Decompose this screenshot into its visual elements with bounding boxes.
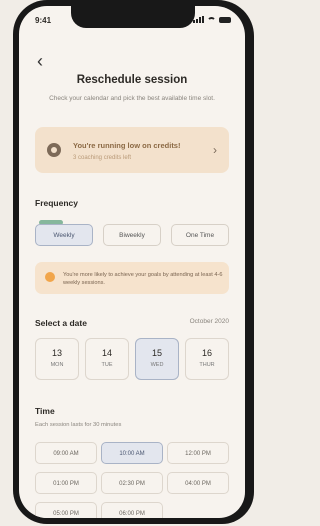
weekday: TUE <box>101 362 113 368</box>
frequency-label: Frequency <box>35 198 78 208</box>
weekday: THUR <box>199 362 215 368</box>
date-option-15[interactable]: 15 WED <box>135 338 179 380</box>
time-slot[interactable]: 06:00 PM <box>101 502 163 518</box>
weekday: MON <box>50 362 64 368</box>
day-number: 15 <box>151 348 162 358</box>
date-label: Select a date <box>35 318 87 328</box>
back-icon[interactable]: ‹ <box>37 52 43 70</box>
signal-icon <box>193 16 204 23</box>
time-slot[interactable]: 02:30 PM <box>101 472 163 494</box>
weekday: WED <box>150 362 164 368</box>
day-number: 16 <box>201 348 212 358</box>
credits-banner[interactable]: You're running low on credits! 3 coachin… <box>35 127 229 173</box>
time-label: Time <box>35 406 55 416</box>
time-slot[interactable]: 12:00 PM <box>167 442 229 464</box>
page-title: Reschedule session <box>76 74 188 86</box>
wifi-icon <box>207 16 216 23</box>
time-hint: Each session lasts for 30 minutes <box>35 422 122 428</box>
credits-title: You're running low on credits! <box>73 141 181 150</box>
status-icons <box>193 16 231 23</box>
phone-frame: 9:41 ‹ Reschedule session Check your cal… <box>13 0 254 524</box>
time-slot-selected[interactable]: 10:00 AM <box>101 442 163 464</box>
date-option-16[interactable]: 16 THUR <box>185 338 229 380</box>
time-slot[interactable]: 05:00 PM <box>35 502 97 518</box>
frequency-option-weekly[interactable]: Weekly <box>35 224 93 246</box>
frequency-option-biweekly[interactable]: Biweekly <box>103 224 161 246</box>
app-screen: 9:41 ‹ Reschedule session Check your cal… <box>19 6 245 518</box>
notch <box>71 6 195 28</box>
page-subtitle: Check your calendar and pick the best av… <box>49 95 215 102</box>
lightbulb-icon <box>45 272 55 282</box>
time-slot[interactable]: 04:00 PM <box>167 472 229 494</box>
frequency-option-one-time[interactable]: One Time <box>171 224 229 246</box>
battery-icon <box>219 16 231 23</box>
time-slot[interactable]: 09:00 AM <box>35 442 97 464</box>
status-time: 9:41 <box>35 16 52 25</box>
chevron-right-icon: › <box>213 143 217 157</box>
date-option-13[interactable]: 13 MON <box>35 338 79 380</box>
month-selector[interactable]: October 2020 <box>190 318 229 325</box>
day-number: 13 <box>51 348 62 358</box>
time-slot[interactable]: 01:00 PM <box>35 472 97 494</box>
coin-icon <box>47 143 61 157</box>
day-number: 14 <box>101 348 112 358</box>
frequency-tip: You're more likely to achieve your goals… <box>35 262 229 294</box>
date-option-14[interactable]: 14 TUE <box>85 338 129 380</box>
credits-subtitle: 3 coaching credits left <box>73 155 132 161</box>
tip-text: You're more likely to achieve your goals… <box>63 272 223 286</box>
